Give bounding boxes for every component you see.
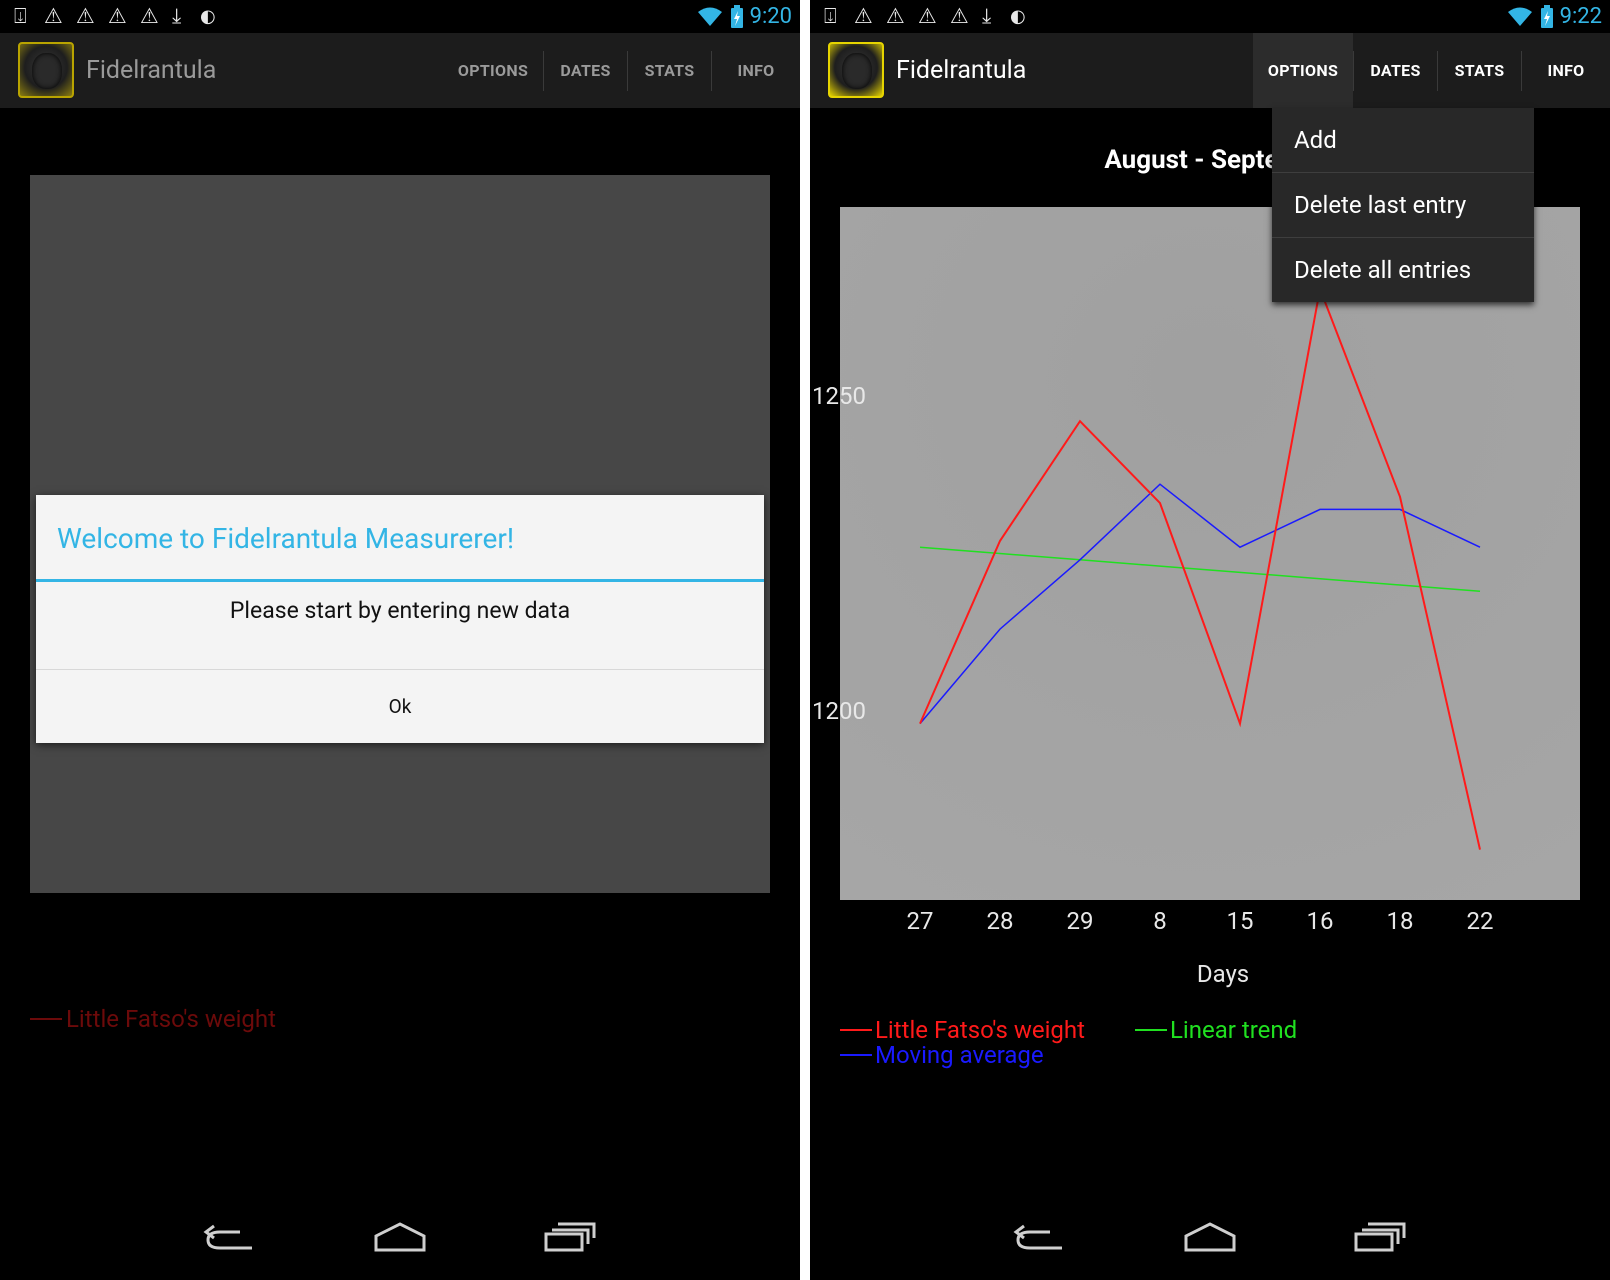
warning-icon: ⚠ bbox=[44, 4, 63, 28]
navigation-bar bbox=[810, 1204, 1610, 1280]
chart-legend: Little Fatso's weight bbox=[30, 1005, 276, 1033]
download-done-icon: ⍗ bbox=[824, 4, 837, 28]
x-tick-label: 29 bbox=[1066, 907, 1094, 935]
tab-info[interactable]: INFO bbox=[1522, 33, 1610, 108]
recent-apps-icon[interactable] bbox=[1350, 1218, 1410, 1258]
x-tick-label: 28 bbox=[986, 907, 1014, 935]
menu-item-delete-last[interactable]: Delete last entry bbox=[1272, 173, 1534, 237]
dialog-title: Welcome to Fidelrantula Measurerer! bbox=[57, 522, 515, 555]
x-tick-label: 27 bbox=[906, 907, 934, 935]
x-tick-label: 22 bbox=[1466, 907, 1494, 935]
x-tick-label: 15 bbox=[1226, 907, 1254, 935]
download-icon: ⤓ bbox=[982, 4, 992, 28]
download-icon: ⤓ bbox=[172, 4, 182, 28]
action-bar: Fidelrantula OPTIONS DATES STATS INFO bbox=[810, 33, 1610, 108]
tab-dates[interactable]: DATES bbox=[1354, 33, 1437, 108]
warning-icon: ⚠ bbox=[854, 4, 873, 28]
warning-icon: ⚠ bbox=[950, 4, 969, 28]
warning-icon: ⚠ bbox=[76, 4, 95, 28]
x-axis-label: Days bbox=[1196, 960, 1250, 988]
x-tick-label: 8 bbox=[1153, 907, 1167, 935]
x-tick-label: 18 bbox=[1386, 907, 1414, 935]
legend-swatch bbox=[1135, 1029, 1167, 1031]
clock: 9:22 bbox=[1559, 4, 1602, 29]
legend-label: Little Fatso's weight bbox=[875, 1016, 1085, 1044]
android-icon: ◐ bbox=[200, 6, 216, 27]
legend-item-moving-average: Moving average bbox=[840, 1041, 1044, 1069]
legend-label: Linear trend bbox=[1170, 1016, 1298, 1044]
action-bar: Fidelrantula OPTIONS DATES STATS INFO bbox=[0, 33, 800, 108]
recent-apps-icon[interactable] bbox=[540, 1218, 600, 1258]
menu-item-delete-all[interactable]: Delete all entries bbox=[1272, 238, 1534, 302]
y-tick-label: 1250 bbox=[812, 382, 866, 410]
tab-stats[interactable]: STATS bbox=[628, 33, 711, 108]
download-done-icon: ⍗ bbox=[14, 4, 27, 28]
welcome-dialog: Welcome to Fidelrantula Measurerer! Plea… bbox=[36, 495, 764, 743]
legend-label: Moving average bbox=[875, 1041, 1044, 1069]
status-bar: ⍗ ⚠ ⚠ ⚠ ⚠ ⤓ ◐ 9:20 bbox=[0, 0, 800, 33]
tab-info[interactable]: INFO bbox=[712, 33, 800, 108]
legend-swatch bbox=[840, 1029, 872, 1031]
back-icon[interactable] bbox=[1010, 1218, 1070, 1258]
legend-swatch bbox=[30, 1018, 62, 1020]
x-tick-label: 16 bbox=[1306, 907, 1334, 935]
app-title: Fidelrantula bbox=[896, 56, 1027, 85]
action-tabs: OPTIONS DATES STATS INFO bbox=[443, 33, 800, 108]
android-icon: ◐ bbox=[1010, 6, 1026, 27]
tab-dates[interactable]: DATES bbox=[544, 33, 627, 108]
action-tabs: OPTIONS DATES STATS INFO bbox=[1253, 33, 1610, 108]
tab-options[interactable]: OPTIONS bbox=[443, 33, 543, 108]
legend-swatch bbox=[840, 1054, 872, 1056]
ok-button[interactable]: Ok bbox=[36, 670, 764, 743]
tab-stats[interactable]: STATS bbox=[1438, 33, 1521, 108]
legend-item-weight: Little Fatso's weight bbox=[840, 1016, 1085, 1044]
battery-icon bbox=[1540, 4, 1553, 28]
y-tick-label: 1200 bbox=[812, 697, 866, 725]
battery-icon bbox=[730, 4, 743, 28]
back-icon[interactable] bbox=[200, 1218, 260, 1258]
status-bar: ⍗ ⚠ ⚠ ⚠ ⚠ ⤓ ◐ 9:22 bbox=[810, 0, 1610, 33]
app-title: Fidelrantula bbox=[86, 56, 217, 85]
warning-icon: ⚠ bbox=[918, 4, 937, 28]
home-icon[interactable] bbox=[1180, 1218, 1240, 1258]
app-icon[interactable] bbox=[828, 42, 884, 98]
chart-plot-area bbox=[840, 207, 1580, 900]
warning-icon: ⚠ bbox=[140, 4, 159, 28]
warning-icon: ⚠ bbox=[886, 4, 905, 28]
wifi-icon bbox=[697, 7, 722, 26]
plot-background bbox=[840, 207, 1580, 900]
legend-item-trend: Linear trend bbox=[1135, 1016, 1297, 1044]
home-icon[interactable] bbox=[370, 1218, 430, 1258]
wifi-icon bbox=[1507, 7, 1532, 26]
dialog-title-divider bbox=[36, 579, 764, 582]
menu-item-add[interactable]: Add bbox=[1272, 108, 1534, 172]
tab-options[interactable]: OPTIONS bbox=[1253, 33, 1353, 108]
phone-screen-left: ⍗ ⚠ ⚠ ⚠ ⚠ ⤓ ◐ 9:20 Fidelrantula OPTIONS … bbox=[0, 0, 800, 1280]
options-dropdown-menu: Add Delete last entry Delete all entries bbox=[1272, 108, 1534, 302]
dialog-message: Please start by entering new data bbox=[229, 597, 571, 624]
app-icon[interactable] bbox=[18, 42, 74, 98]
navigation-bar bbox=[0, 1204, 800, 1280]
warning-icon: ⚠ bbox=[108, 4, 127, 28]
legend-label: Little Fatso's weight bbox=[66, 1005, 276, 1033]
clock: 9:20 bbox=[749, 4, 792, 29]
